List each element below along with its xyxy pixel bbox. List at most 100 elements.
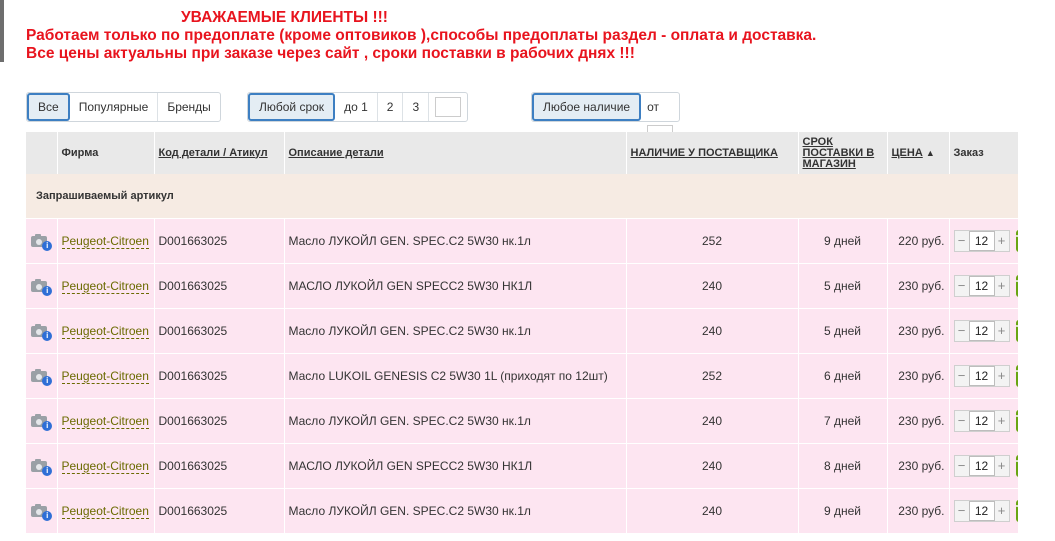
increase-button[interactable]: + — [995, 321, 1009, 341]
brand-link[interactable]: Peugeot-Citroen — [61, 323, 149, 339]
sort-by-price-link[interactable]: ЦЕНА — [892, 147, 923, 159]
add-to-cart-button[interactable] — [1015, 409, 1017, 432]
quantity-input[interactable]: 12 — [968, 455, 995, 476]
stock-cell: 240 — [626, 488, 799, 534]
decrease-button[interactable]: − — [955, 456, 969, 476]
header-term[interactable]: СРОК ПОСТАВКИ В МАГАЗИН — [798, 132, 888, 174]
sort-by-code-link[interactable]: Код детали / Атикул — [159, 147, 268, 159]
camera-info-icon[interactable]: i — [30, 458, 53, 476]
add-to-cart-button[interactable] — [1015, 499, 1017, 522]
term-cell: 5 дней — [798, 263, 888, 309]
description-cell: МАСЛО ЛУКОЙЛ GEN SPECC2 5W30 НК1Л — [284, 443, 627, 489]
cart-icon — [1015, 234, 1017, 237]
brand-cell: Peugeot-Citroen — [57, 263, 155, 309]
camera-info-icon[interactable]: i — [30, 233, 53, 251]
filter-any-term[interactable]: Любой срок — [248, 93, 336, 121]
sort-asc-icon: ▲ — [925, 147, 935, 158]
photo-cell: i — [26, 398, 58, 444]
table-row: i Peugeot-Citroen D001663025 Масло LUKOI… — [26, 353, 1019, 399]
sort-by-description-link[interactable]: Описание детали — [289, 147, 384, 159]
add-to-cart-button[interactable] — [1015, 319, 1017, 342]
term-cell: 6 дней — [798, 353, 888, 399]
increase-button[interactable]: + — [995, 411, 1009, 431]
photo-cell: i — [26, 263, 58, 309]
days-input[interactable] — [435, 97, 462, 117]
decrease-button[interactable]: − — [955, 411, 969, 431]
decrease-button[interactable]: − — [955, 366, 969, 386]
increase-button[interactable]: + — [995, 456, 1009, 476]
order-cell: − 12 + — [949, 443, 1019, 489]
increase-button[interactable]: + — [995, 276, 1009, 296]
camera-info-icon[interactable]: i — [30, 323, 53, 341]
table-row: i Peugeot-Citroen D001663025 МАСЛО ЛУКОЙ… — [26, 443, 1019, 489]
filter-group-term: Любой срок до 1 2 3 дн — [247, 92, 469, 142]
filter-all[interactable]: Все — [27, 93, 70, 121]
filter-term-2[interactable]: 2 — [378, 93, 404, 121]
stock-from-label: от — [647, 100, 659, 114]
camera-info-icon[interactable]: i — [30, 413, 53, 431]
quantity-input[interactable]: 12 — [968, 230, 995, 251]
order-cell: − 12 + — [949, 488, 1019, 534]
header-description[interactable]: Описание детали — [284, 132, 627, 174]
increase-button[interactable]: + — [995, 501, 1009, 521]
order-controls: − 12 + — [953, 274, 1017, 297]
price-cell: 230 руб. — [887, 308, 950, 354]
brand-link[interactable]: Peugeot-Citroen — [61, 278, 149, 294]
order-controls: − 12 + — [953, 499, 1017, 522]
increase-button[interactable]: + — [995, 231, 1009, 251]
stock-cell: 240 — [626, 398, 799, 444]
stock-cell: 252 — [626, 218, 799, 264]
brand-link[interactable]: Peugeot-Citroen — [61, 503, 149, 519]
quantity-input[interactable]: 12 — [968, 410, 995, 431]
header-code[interactable]: Код детали / Атикул — [154, 132, 285, 174]
add-to-cart-button[interactable] — [1015, 229, 1017, 252]
brand-link[interactable]: Peugeot-Citroen — [61, 233, 149, 249]
quantity-input[interactable]: 12 — [968, 275, 995, 296]
decrease-button[interactable]: − — [955, 501, 969, 521]
filter-term-1[interactable]: до 1 — [335, 93, 378, 121]
sort-by-availability-link[interactable]: НАЛИЧИЕ У ПОСТАВЩИКА — [631, 147, 778, 159]
stock-cell: 240 — [626, 263, 799, 309]
price-cell: 230 руб. — [887, 263, 950, 309]
decrease-button[interactable]: − — [955, 276, 969, 296]
header-price[interactable]: ЦЕНА ▲ — [887, 132, 950, 174]
filter-term-3[interactable]: 3 — [403, 93, 430, 121]
order-cell: − 12 + — [949, 398, 1019, 444]
notice-line-1: УВАЖАЕМЫЕ КЛИЕНТЫ !!! — [181, 9, 388, 26]
decrease-button[interactable]: − — [955, 231, 969, 251]
add-to-cart-button[interactable] — [1015, 364, 1017, 387]
quantity-input[interactable]: 12 — [968, 500, 995, 521]
decrease-button[interactable]: − — [955, 321, 969, 341]
term-cell: 9 дней — [798, 218, 888, 264]
quantity-input[interactable]: 12 — [968, 320, 995, 341]
term-cell: 8 дней — [798, 443, 888, 489]
stock-cell: 252 — [626, 353, 799, 399]
quantity-input[interactable]: 12 — [968, 365, 995, 386]
price-cell: 230 руб. — [887, 443, 950, 489]
filter-popular[interactable]: Популярные — [70, 93, 159, 121]
description-cell: Масло LUKOIL GENESIS C2 5W30 1L (приходя… — [284, 353, 627, 399]
section-row: Запрашиваемый артикул — [26, 174, 1018, 219]
camera-info-icon[interactable]: i — [30, 368, 53, 386]
order-cell: − 12 + — [949, 353, 1019, 399]
filter-group-stock: Любое наличие от шт — [531, 92, 681, 170]
brand-link[interactable]: Peugeot-Citroen — [61, 413, 149, 429]
brand-link[interactable]: Peugeot-Citroen — [61, 458, 149, 474]
quantity-stepper: − 12 + — [953, 229, 1010, 252]
brand-link[interactable]: Peugeot-Citroen — [61, 368, 149, 384]
cart-icon — [1015, 504, 1017, 507]
header-availability[interactable]: НАЛИЧИЕ У ПОСТАВЩИКА — [626, 132, 799, 174]
camera-info-icon[interactable]: i — [30, 503, 53, 521]
quantity-stepper: − 12 + — [953, 454, 1010, 477]
filter-brands[interactable]: Бренды — [158, 93, 219, 121]
filter-group-type: Все Популярные Бренды — [26, 92, 221, 122]
filter-any-stock[interactable]: Любое наличие — [532, 93, 642, 121]
increase-button[interactable]: + — [995, 366, 1009, 386]
add-to-cart-button[interactable] — [1015, 454, 1017, 477]
sort-by-term-link[interactable]: СРОК ПОСТАВКИ В МАГАЗИН — [803, 136, 875, 170]
camera-info-icon[interactable]: i — [30, 278, 53, 296]
code-cell: D001663025 — [154, 263, 285, 309]
order-cell: − 12 + — [949, 263, 1019, 309]
order-controls: − 12 + — [953, 364, 1017, 387]
add-to-cart-button[interactable] — [1015, 274, 1017, 297]
